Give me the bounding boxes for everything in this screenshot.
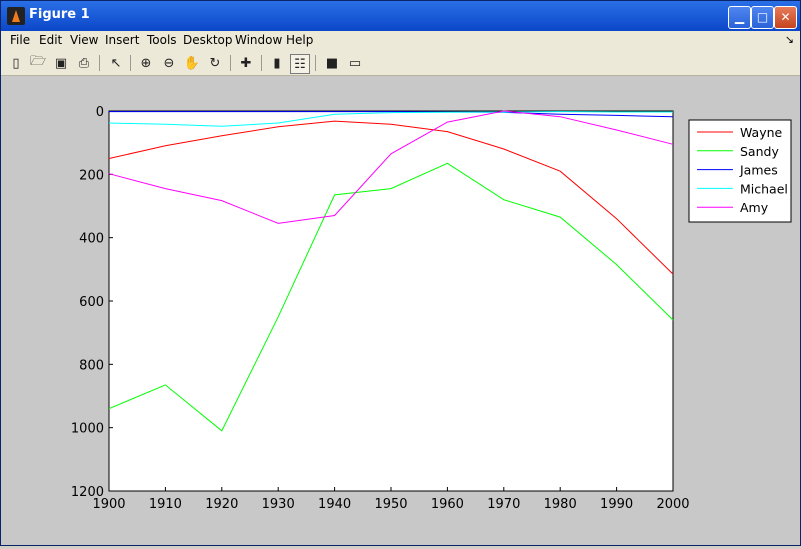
x-tick-label: 1990 bbox=[600, 497, 633, 512]
window-title: Figure 1 bbox=[29, 7, 90, 22]
line-chart: 1900 1910 1920 1930 1940 1950 1960 1970 1980 1990… bbox=[71, 105, 792, 512]
toolbar-separator bbox=[230, 55, 231, 71]
save-icon[interactable]: ▣ bbox=[52, 54, 70, 72]
maximize-button[interactable]: □ bbox=[751, 6, 774, 29]
matlab-logo-icon bbox=[7, 7, 25, 25]
legend-label-sandy: Sandy bbox=[740, 144, 779, 159]
y-tick-label: 200 bbox=[79, 168, 104, 183]
toolbar-separator bbox=[99, 55, 100, 71]
legend-label-wayne: Wayne bbox=[740, 125, 783, 140]
zoom-out-icon[interactable]: ⊖ bbox=[160, 54, 178, 72]
menu-desktop[interactable]: Desktop bbox=[183, 33, 233, 47]
show-plot-tools-icon[interactable]: ▭ bbox=[346, 54, 364, 72]
menu-dock-arrow-icon[interactable]: ↘ bbox=[785, 33, 794, 46]
menu-help[interactable]: Help bbox=[286, 33, 313, 47]
menu-view[interactable]: View bbox=[70, 33, 98, 47]
pan-hand-icon[interactable]: ✋ bbox=[183, 54, 201, 72]
print-icon[interactable]: ⎙ bbox=[75, 54, 93, 72]
menu-edit[interactable]: Edit bbox=[39, 33, 62, 47]
y-tick-label: 1000 bbox=[71, 422, 104, 437]
data-cursor-icon[interactable]: ✚ bbox=[237, 54, 255, 72]
toolbar-separator bbox=[315, 55, 316, 71]
toolbar-separator bbox=[130, 55, 131, 71]
y-tick-label: 1200 bbox=[71, 485, 104, 500]
y-tick-label: 400 bbox=[79, 232, 104, 247]
x-tick-label: 1980 bbox=[544, 497, 577, 512]
menu-bar: File Edit View Insert Tools Desktop Wind… bbox=[1, 31, 800, 51]
x-tick-label: 1920 bbox=[205, 497, 238, 512]
menu-tools[interactable]: Tools bbox=[147, 33, 177, 47]
legend[interactable]: Wayne Sandy James Michael Amy bbox=[688, 119, 792, 223]
open-folder-icon[interactable]: 🗁 bbox=[29, 54, 47, 72]
x-tick-label: 1970 bbox=[487, 497, 520, 512]
pointer-arrow-icon[interactable]: ↖ bbox=[107, 54, 125, 72]
insert-colorbar-icon[interactable]: ▮ bbox=[268, 54, 286, 72]
y-tick-label: 0 bbox=[96, 105, 104, 120]
legend-label-amy: Amy bbox=[740, 200, 769, 215]
toolbar-separator bbox=[261, 55, 262, 71]
x-tick-label: 1960 bbox=[431, 497, 464, 512]
title-bar[interactable]: Figure 1 ▁ □ ✕ bbox=[1, 1, 800, 31]
y-tick-label: 600 bbox=[79, 295, 104, 310]
x-tick-label: 1950 bbox=[374, 497, 407, 512]
figure-window: Figure 1 ▁ □ ✕ File Edit View Insert Too… bbox=[0, 0, 801, 546]
hide-plot-tools-icon[interactable]: ■ bbox=[323, 54, 341, 72]
plot-area bbox=[108, 110, 674, 492]
y-tick-label: 800 bbox=[79, 358, 104, 373]
legend-label-michael: Michael bbox=[740, 181, 788, 196]
x-tick-label: 1930 bbox=[262, 497, 295, 512]
close-button[interactable]: ✕ bbox=[774, 6, 797, 29]
new-file-icon[interactable]: ▯ bbox=[7, 54, 25, 72]
menu-window[interactable]: Window bbox=[235, 33, 282, 47]
figure-canvas: 1900 1910 1920 1930 1940 1950 1960 1970 1980 1990… bbox=[1, 76, 800, 545]
x-tick-label: 1910 bbox=[149, 497, 182, 512]
zoom-in-icon[interactable]: ⊕ bbox=[137, 54, 155, 72]
menu-file[interactable]: File bbox=[10, 33, 30, 47]
x-tick-label: 2000 bbox=[656, 497, 689, 512]
insert-legend-icon[interactable]: ☷ bbox=[290, 54, 310, 74]
rotate-3d-icon[interactable]: ↻ bbox=[206, 54, 224, 72]
legend-label-james: James bbox=[739, 163, 778, 178]
x-tick-label: 1940 bbox=[318, 497, 351, 512]
figure-toolbar: ▯ 🗁 ▣ ⎙ ↖ ⊕ ⊖ ✋ ↻ ✚ ▮ ☷ ■ ▭ bbox=[1, 51, 800, 76]
menu-insert[interactable]: Insert bbox=[105, 33, 139, 47]
minimize-button[interactable]: ▁ bbox=[728, 6, 751, 29]
